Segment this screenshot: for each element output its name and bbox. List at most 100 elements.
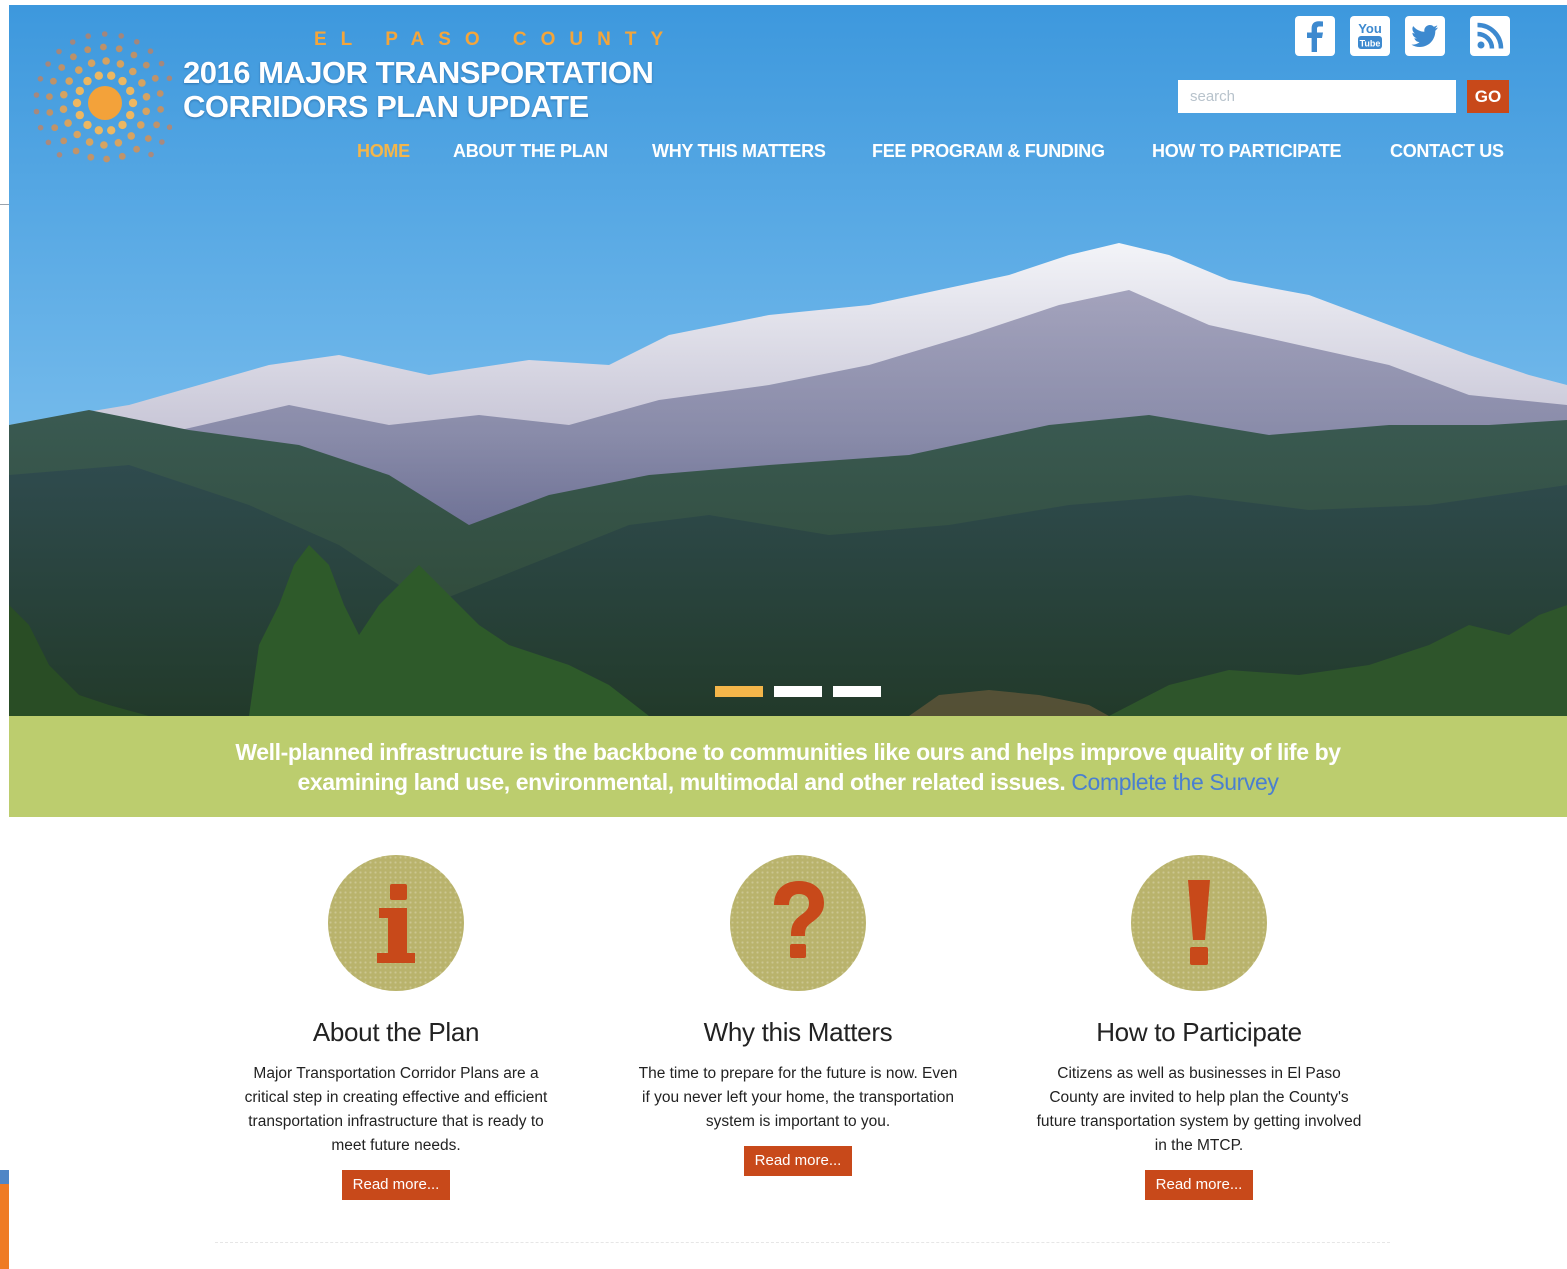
logo-ray-dot [130, 51, 138, 59]
logo-ray-dot [118, 152, 126, 160]
page-edge-marker [0, 1184, 9, 1269]
logo-ray-dot [118, 76, 127, 86]
logo-ray-dot [148, 151, 154, 158]
logo-ray-dot [87, 153, 95, 161]
feature-title: About the Plan [312, 1017, 480, 1047]
logo-ray-dot [151, 74, 159, 82]
logo-ray-dot [156, 90, 164, 97]
search-input[interactable] [1178, 80, 1456, 113]
logo-ray-dot [72, 98, 82, 108]
facebook-icon [1307, 21, 1323, 52]
logo-ray-dot [94, 126, 104, 135]
logo-ray-dot [157, 106, 165, 113]
read-more-button[interactable]: Read more... [743, 1146, 853, 1176]
logo-ray-dot [59, 105, 68, 113]
logo-ray-dot [56, 48, 62, 55]
nav-fee-program-funding[interactable]: FEE PROGRAM & FUNDING [872, 141, 1105, 162]
feature-about-the-plan: About the Plan Major Transportation Corr… [226, 855, 566, 1200]
feature-icon-circle[interactable] [730, 855, 866, 991]
logo-ray-dot [126, 86, 135, 96]
feature-icon-circle[interactable] [328, 855, 464, 991]
nav-home[interactable]: HOME [357, 141, 410, 162]
logo-ray-dot [69, 39, 76, 45]
youtube-icon: You Tube [1358, 21, 1382, 49]
logo-ray-dot [75, 110, 84, 120]
logo-ray-dot [51, 124, 59, 132]
rss-icon [1477, 22, 1504, 49]
youtube-link[interactable]: You Tube [1350, 16, 1390, 56]
feature-why-this-matters: Why this Matters The time to prepare for… [628, 855, 968, 1176]
logo-ray-dot [100, 43, 107, 51]
logo-ray-dot [142, 61, 150, 69]
logo-ray-dot [65, 77, 73, 85]
exclamation-icon [1188, 880, 1210, 965]
logo-ray-dot [85, 138, 94, 146]
logo-ray-dot [126, 110, 135, 120]
logo-ray-dot [153, 121, 160, 129]
logo-ray-dot [84, 46, 92, 54]
feature-title: How to Participate [1096, 1017, 1302, 1047]
feature-text: Citizens as well as businesses in El Pas… [1036, 1065, 1362, 1154]
logo-ray-dot [64, 119, 72, 127]
nav-contact-us[interactable]: CONTACT US [1390, 141, 1504, 162]
page-edge-line [0, 204, 9, 205]
logo-ray-dot [46, 93, 53, 100]
rss-link[interactable] [1470, 16, 1510, 56]
nav-about-the-plan[interactable]: ABOUT THE PLAN [453, 141, 608, 162]
logo-ray-dot [114, 139, 123, 147]
read-more-button[interactable]: Read more... [341, 1170, 451, 1200]
logo-ray-dot [45, 139, 52, 146]
logo-ray-dot [127, 132, 135, 140]
nav-how-to-participate[interactable]: HOW TO PARTICIPATE [1152, 141, 1342, 162]
feature-icon-circle[interactable] [1131, 855, 1267, 991]
logo-ray-dot [100, 141, 108, 149]
facebook-link[interactable] [1295, 16, 1335, 56]
logo-ray-dot [85, 33, 91, 39]
feature-text: Major Transportation Corridor Plans are … [244, 1065, 548, 1154]
logo-ray-dot [87, 59, 96, 67]
twitter-icon [1411, 25, 1438, 47]
logo-ray-dot [142, 107, 150, 116]
tagline-text: examining land use, environmental, multi… [297, 769, 1066, 795]
logo-ray-dot [118, 33, 124, 39]
logo-ray-dot [133, 145, 140, 153]
logo-ray-dot [107, 71, 116, 80]
logo-ray-dot [128, 98, 138, 108]
logo-ray-dot [33, 92, 40, 98]
logo-ray-dot [159, 139, 165, 145]
hero-slider: EL PASO COUNTY 2016 MAJOR TRANSPORTATION… [9, 5, 1567, 716]
feature-text: The time to prepare for the future is no… [638, 1065, 958, 1130]
logo-ray-dot [158, 60, 165, 67]
logo-sunburst-icon[interactable] [27, 19, 172, 164]
logo-ray-dot [166, 75, 172, 82]
page-edge-marker [0, 1170, 9, 1184]
nav-why-this-matters[interactable]: WHY THIS MATTERS [652, 141, 826, 162]
logo-ray-dot [37, 124, 44, 131]
read-more-button[interactable]: Read more... [1144, 1170, 1254, 1200]
feature-title: Why this Matters [703, 1017, 893, 1047]
logo-ray-dot [144, 135, 152, 142]
slider-dot-1[interactable] [715, 686, 763, 697]
logo-ray-dot [83, 76, 92, 86]
logo-ray-dot [60, 137, 68, 145]
search-go-button[interactable]: GO [1467, 80, 1509, 113]
tagline-banner: Well-planned infrastructure is the backb… [9, 716, 1567, 817]
logo-ray-dot [50, 77, 57, 85]
logo-ray-dot [129, 67, 137, 76]
logo-ray-dot [107, 126, 116, 135]
twitter-link[interactable] [1405, 16, 1445, 56]
slider-dot-3[interactable] [833, 686, 881, 697]
svg-text:Tube: Tube [1360, 39, 1381, 49]
logo-ray-dot [75, 66, 83, 74]
site-title-line: 2016 MAJOR TRANSPORTATION [183, 55, 654, 90]
svg-text:You: You [1358, 21, 1382, 36]
logo-ray-dot [94, 71, 104, 80]
logo-ray-dot [45, 61, 51, 67]
logo-ray-dot [103, 155, 110, 163]
site-title[interactable]: 2016 MAJOR TRANSPORTATION CORRIDORS PLAN… [183, 55, 654, 124]
logo-ray-dot [142, 93, 151, 101]
logo-ray-dot [147, 48, 154, 54]
complete-survey-link[interactable]: Complete the Survey [1071, 769, 1279, 795]
slider-dot-2[interactable] [774, 686, 822, 697]
logo-ray-dot [56, 152, 63, 158]
